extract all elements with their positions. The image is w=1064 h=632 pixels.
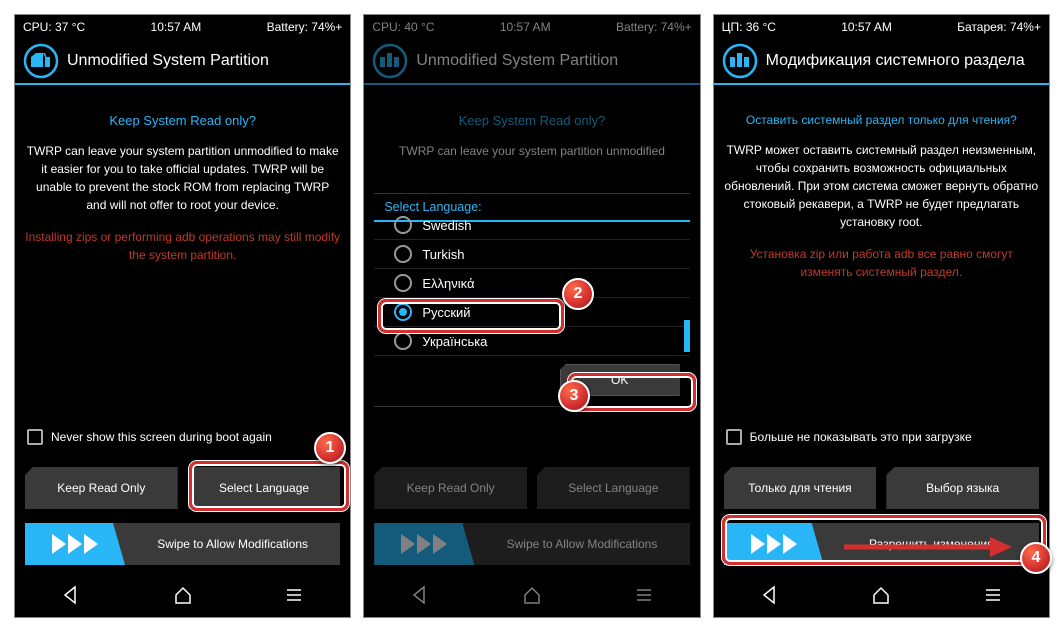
back-icon[interactable] [760,585,780,605]
chevron-right-icon [84,534,98,554]
title-separator [15,83,350,85]
content-area: Keep System Read only? TWRP can leave yo… [15,91,350,573]
twrp-logo-icon [372,43,408,79]
title-bar: Модификация системного раздела [714,39,1049,83]
scrollbar[interactable] [684,320,690,352]
swipe-handle[interactable] [25,523,125,565]
language-button[interactable]: Выбор языка [886,467,1039,509]
home-icon[interactable] [871,585,891,605]
battery-status: Батарея: 74%+ [957,20,1041,34]
clock-time: 10:57 AM [500,20,551,34]
keep-read-only-button[interactable]: Keep Read Only [374,467,527,509]
screen-3: ЦП: 36 °C 10:57 AM Батарея: 74%+ Модифик… [713,14,1050,618]
status-bar: CPU: 37 °C 10:57 AM Battery: 74%+ [15,15,350,39]
warning-text: Installing zips or performing adb operat… [25,228,340,264]
keep-read-only-button[interactable]: Keep Read Only [25,467,178,509]
status-bar: CPU: 40 °C 10:57 AM Battery: 74%+ [364,15,699,39]
clock-time: 10:57 AM [841,20,892,34]
nav-bar [15,573,350,617]
back-icon[interactable] [61,585,81,605]
battery-status: Battery: 74%+ [616,20,692,34]
screen-2: CPU: 40 °C 10:57 AM Battery: 74%+ Unmodi… [363,14,700,618]
chevron-right-icon [52,534,66,554]
page-title: Unmodified System Partition [67,52,269,70]
question-text: Keep System Read only? [374,113,689,128]
swipe-slider[interactable]: Swipe to Allow Modifications [25,523,340,565]
language-option-ukrainian[interactable]: Українська [374,327,689,356]
language-list[interactable]: Swedish Turkish Ελληνικά Русский Українс… [374,216,689,356]
screen-1: CPU: 37 °C 10:57 AM Battery: 74%+ Unmodi… [14,14,351,618]
cpu-temp: ЦП: 36 °C [722,20,776,34]
description-text: TWRP can leave your system partition unm… [374,142,689,160]
description-text: TWRP может оставить системный раздел неи… [724,141,1039,231]
title-bar: Unmodified System Partition [15,39,350,83]
callout-1: 1 [314,432,346,464]
menu-icon[interactable] [634,585,654,605]
cpu-temp: CPU: 37 °C [23,20,85,34]
clock-time: 10:57 AM [151,20,202,34]
language-option-swedish[interactable]: Swedish [374,216,689,240]
checkbox-icon[interactable] [27,429,43,445]
callout-2: 2 [562,278,594,310]
read-only-button[interactable]: Только для чтения [724,467,877,509]
checkbox-label: Больше не показывать это при загрузке [750,430,972,444]
never-show-checkbox-row[interactable]: Больше не показывать это при загрузке [724,429,1039,445]
content-area: Оставить системный раздел только для чте… [714,91,1049,573]
swipe-slider[interactable]: Swipe to Allow Modifications [374,523,689,565]
callout-3: 3 [558,380,590,412]
question-text: Keep System Read only? [25,113,340,128]
language-option-russian[interactable]: Русский [374,298,689,327]
button-row: Keep Read Only Select Language [25,467,340,509]
checkbox-icon[interactable] [726,429,742,445]
swipe-label: Swipe to Allow Modifications [125,537,340,551]
menu-icon[interactable] [284,585,304,605]
language-option-turkish[interactable]: Turkish [374,240,689,269]
battery-status: Battery: 74%+ [267,20,343,34]
home-icon[interactable] [173,585,193,605]
warning-text: Установка zip или работа adb все равно с… [724,245,1039,281]
never-show-checkbox-row[interactable]: Never show this screen during boot again [25,429,340,445]
home-icon[interactable] [522,585,542,605]
title-bar: Unmodified System Partition [364,39,699,83]
callout-4: 4 [1020,542,1052,574]
language-dialog: Select Language: Swedish Turkish Ελληνικ… [374,193,689,407]
menu-icon[interactable] [983,585,1003,605]
checkbox-label: Never show this screen during boot again [51,430,272,444]
page-title: Модификация системного раздела [766,52,1025,70]
select-language-button[interactable]: Select Language [188,467,341,509]
select-language-button[interactable]: Select Language [537,467,690,509]
cpu-temp: CPU: 40 °C [372,20,434,34]
twrp-logo-icon [23,43,59,79]
arrow-right-icon [844,535,1014,559]
question-text: Оставить системный раздел только для чте… [724,113,1039,127]
page-title: Unmodified System Partition [416,52,618,70]
language-option-greek[interactable]: Ελληνικά [374,269,689,298]
status-bar: ЦП: 36 °C 10:57 AM Батарея: 74%+ [714,15,1049,39]
back-icon[interactable] [410,585,430,605]
twrp-logo-icon [722,43,758,79]
description-text: TWRP can leave your system partition unm… [25,142,340,214]
chevron-right-icon [68,534,82,554]
